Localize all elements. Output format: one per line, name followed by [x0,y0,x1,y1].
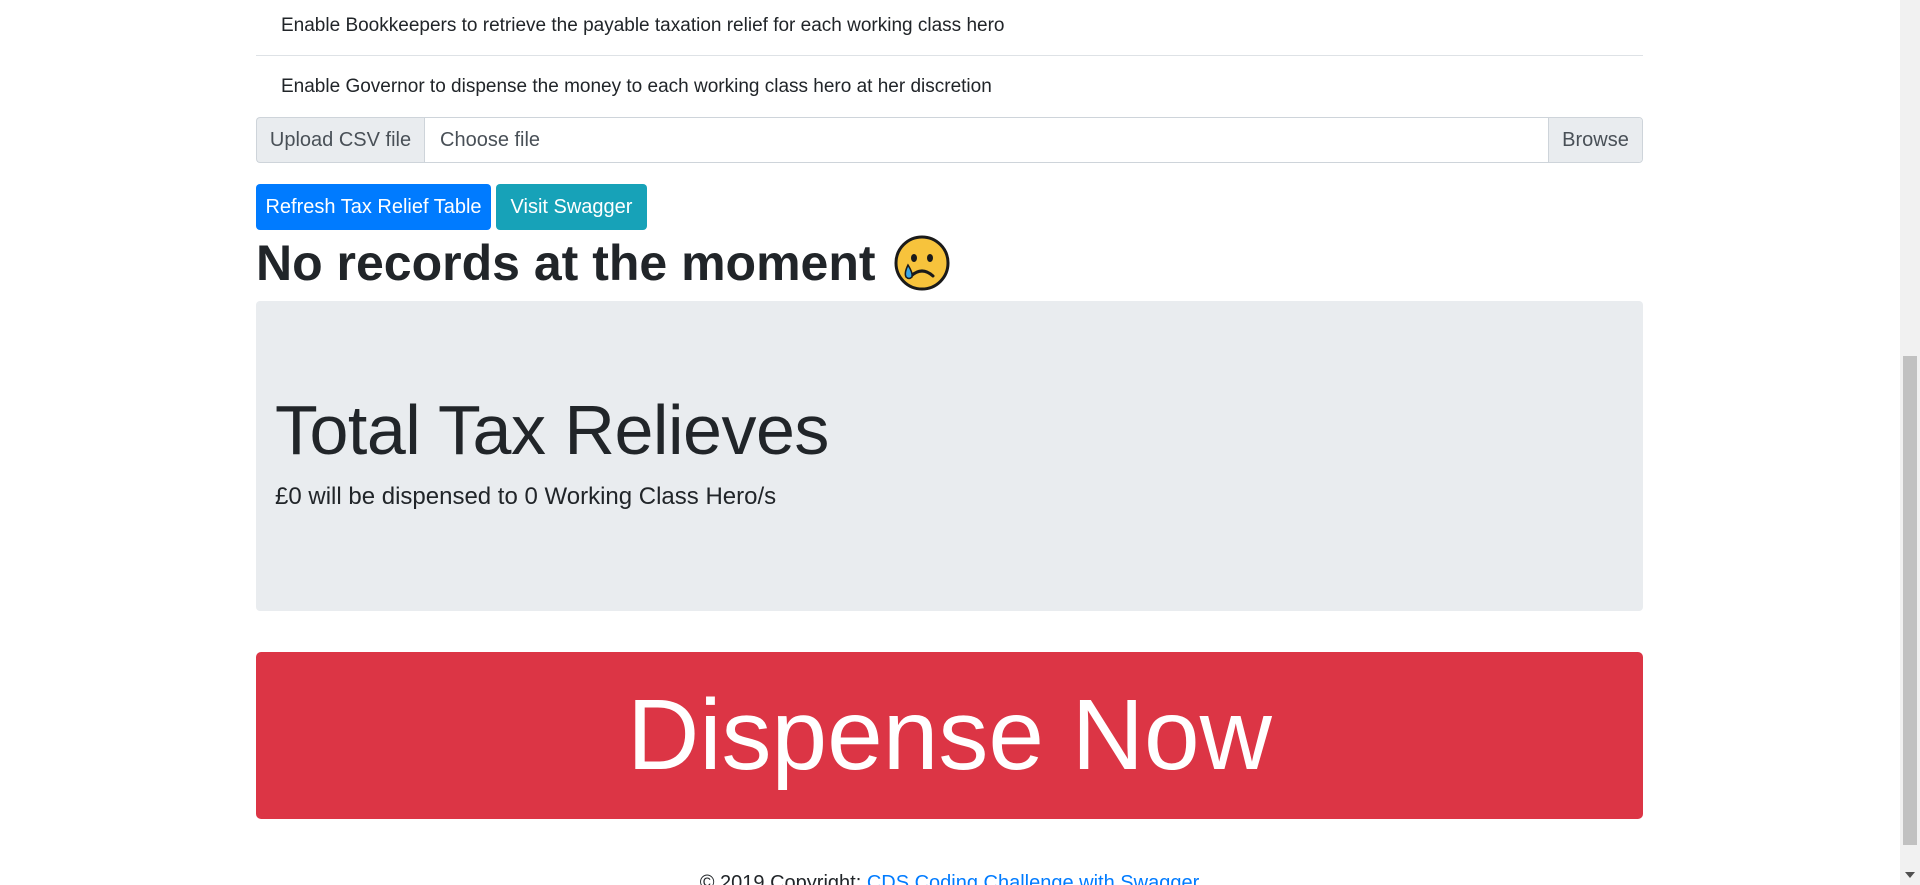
total-tax-relief-panel: Total Tax Relieves £0 will be dispensed … [256,301,1643,611]
vertical-scrollbar[interactable] [1900,0,1920,885]
footer-link[interactable]: CDS Coding Challenge with Swagger [867,872,1199,885]
csv-upload-group: Upload CSV file Choose file Browse [256,117,1643,163]
scroll-down-arrow-icon[interactable] [1900,865,1920,885]
browse-button[interactable]: Browse [1548,118,1642,162]
total-tax-relief-title: Total Tax Relieves [275,391,829,469]
upload-csv-label: Upload CSV file [256,117,424,163]
refresh-tax-relief-button[interactable]: Refresh Tax Relief Table [256,184,491,230]
list-item: Enable Bookkeepers to retrieve the payab… [256,0,1643,56]
page: Enable Bookkeepers to retrieve the payab… [0,0,1920,885]
list-item: Enable Governor to dispense the money to… [281,76,992,97]
file-input[interactable]: Choose file Browse [424,117,1643,163]
footer-copyright: © 2019 Copyright: [699,872,867,885]
no-records-text: No records at the moment [256,235,876,291]
visit-swagger-button[interactable]: Visit Swagger [496,184,647,230]
crying-face-icon [894,235,950,291]
file-input-placeholder: Choose file [440,129,541,151]
dispense-now-button[interactable]: Dispense Now [256,652,1643,819]
scrollbar-thumb[interactable] [1903,356,1917,845]
no-records-heading: No records at the moment [256,230,950,296]
total-tax-relief-summary: £0 will be dispensed to 0 Working Class … [275,483,777,510]
footer: © 2019 Copyright: CDS Coding Challenge w… [256,872,1643,885]
